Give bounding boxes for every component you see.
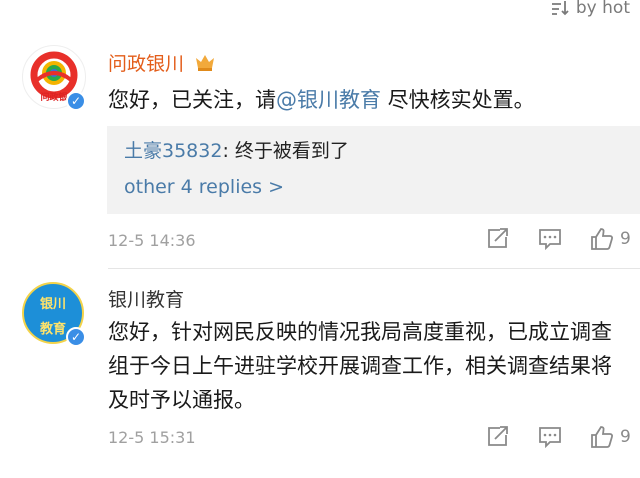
share-button[interactable] xyxy=(486,426,510,448)
username[interactable]: 银川教育 xyxy=(108,285,184,312)
thumbs-up-icon xyxy=(591,426,614,448)
comment-icon xyxy=(539,427,561,448)
share-icon xyxy=(488,426,508,446)
verified-badge-icon: ✓ xyxy=(66,327,86,347)
comment-button[interactable] xyxy=(538,426,562,448)
comment-text: 您好，针对网民反映的情况我局高度重视，已成立调查组于今日上午进驻学校开展调查工作… xyxy=(108,320,612,412)
comment-item: 银川 教育 ✓ 银川教育 您好，针对网民反映的情况我局高度重视，已成立调查组于今… xyxy=(0,0,640,478)
like-button[interactable]: 9 xyxy=(590,425,631,449)
timestamp: 12-5 15:31 xyxy=(108,428,196,447)
avatar-label-top: 银川 xyxy=(39,297,66,312)
like-count: 9 xyxy=(620,427,631,447)
